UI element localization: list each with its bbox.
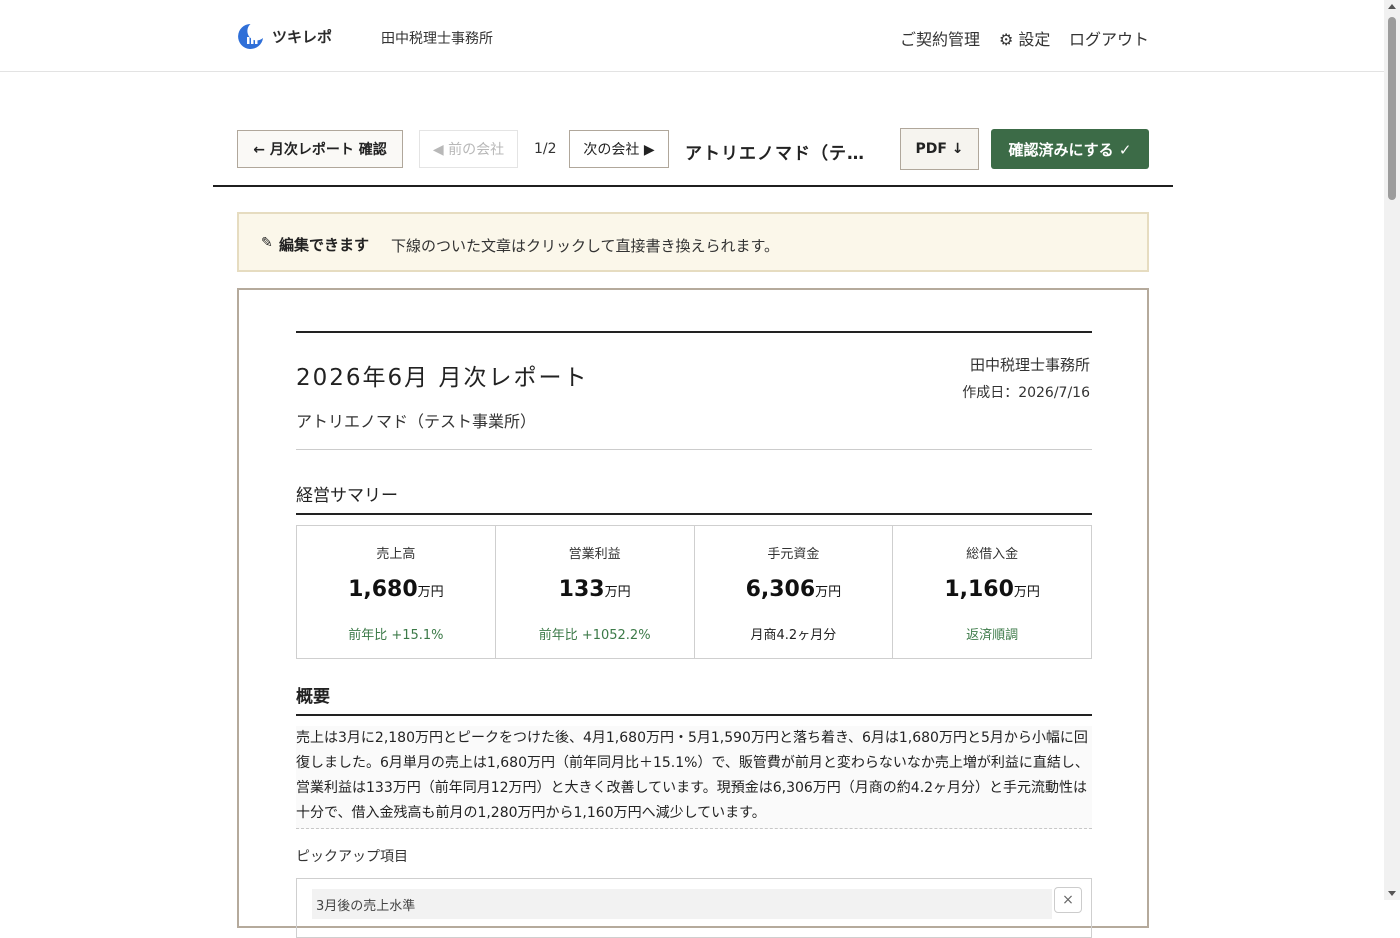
app-name[interactable]: ツキレポ [272, 26, 332, 47]
pencil-icon: ✎ [261, 235, 273, 251]
overview-section-title: 概要 [296, 687, 330, 707]
kpi-grid: 売上高 1,680万円 前年比 +15.1% 営業利益 133万円 前年比 +1… [296, 525, 1092, 659]
overview-section-rule [296, 714, 1092, 716]
kpi-note: 返済順調 [966, 628, 1019, 643]
scroll-down-arrow-icon[interactable] [1388, 891, 1396, 896]
report-top-rule [296, 331, 1092, 333]
office-name: 田中税理士事務所 [381, 31, 493, 47]
report-title: 2026年6月 月次レポート [296, 365, 589, 391]
nav-logout-link[interactable]: ログアウト [1069, 26, 1149, 50]
kpi-label: 営業利益 [568, 547, 621, 562]
kpi-operating-profit: 営業利益 133万円 前年比 +1052.2% [496, 526, 695, 658]
pickup-remove-button[interactable]: × [1054, 887, 1082, 913]
scroll-up-arrow-icon[interactable] [1388, 4, 1396, 9]
kpi-label: 総借入金 [966, 547, 1019, 562]
kpi-note: 月商4.2ヶ月分 [750, 628, 837, 643]
kpi-value: 6,306万円 [745, 577, 842, 602]
nav-settings-link[interactable]: ⚙ 設定 [999, 26, 1050, 50]
kpi-value: 133万円 [558, 577, 631, 602]
pdf-download-button[interactable]: PDF ↓ [900, 128, 979, 170]
overview-editable-text[interactable]: 売上は3月に2,180万円とピークをつけた後、4月1,680万円・5月1,590… [296, 726, 1092, 829]
summary-section-title: 経営サマリー [296, 486, 398, 506]
prev-company-button[interactable]: ◀ 前の会社 [419, 130, 518, 168]
back-to-reports-button[interactable]: ← 月次レポート 確認 [237, 130, 403, 168]
edit-notice: ✎ 編集できます 下線のついた文章はクリックして直接書き換えられます。 [237, 212, 1149, 272]
next-company-button[interactable]: 次の会社 ▶ [569, 130, 669, 168]
report-created-date: 作成日：2026/7/16 [962, 385, 1090, 401]
top-header: ツキレポ 田中税理士事務所 ご契約管理 ⚙ 設定 ログアウト [0, 0, 1384, 72]
monthly-report: 2026年6月 月次レポート アトリエノマド（テスト事業所） 田中税理士事務所 … [237, 288, 1149, 938]
notice-title: 編集できます [279, 236, 370, 254]
notice-text: 下線のついた文章はクリックして直接書き換えられます。 [391, 237, 780, 255]
kpi-value: 1,160万円 [944, 577, 1040, 602]
kpi-label: 売上高 [376, 547, 416, 562]
pickup-label: ピックアップ項目 [296, 849, 408, 865]
scroll-thumb[interactable] [1388, 17, 1396, 200]
kpi-label: 手元資金 [767, 547, 820, 562]
report-header-divider [296, 449, 1092, 450]
page-scrollbar[interactable] [1384, 0, 1400, 900]
summary-section-rule [296, 513, 1092, 515]
nav-contract-link[interactable]: ご契約管理 [900, 26, 980, 50]
kpi-sales: 売上高 1,680万円 前年比 +15.1% [297, 526, 496, 658]
toolbar-divider [213, 185, 1173, 187]
kpi-cash: 手元資金 6,306万円 月商4.2ヶ月分 [695, 526, 894, 658]
company-page-count: 1/2 [534, 141, 557, 157]
report-company-name: アトリエノマド（テスト事業所） [296, 412, 537, 431]
pickup-box: 3月後の売上水準 × [296, 878, 1092, 938]
kpi-value: 1,680万円 [348, 577, 444, 602]
kpi-total-debt: 総借入金 1,160万円 返済順調 [893, 526, 1091, 658]
mark-confirmed-button[interactable]: 確認済みにする ✓ [991, 129, 1149, 169]
company-title: アトリエノマド（テスト事業所） [685, 144, 881, 164]
kpi-note: 前年比 +1052.2% [538, 628, 651, 643]
kpi-note: 前年比 +15.1% [348, 628, 444, 643]
moon-logo-icon [238, 24, 263, 49]
report-office-name: 田中税理士事務所 [969, 356, 1090, 374]
pickup-item-input[interactable]: 3月後の売上水準 [312, 889, 1052, 919]
